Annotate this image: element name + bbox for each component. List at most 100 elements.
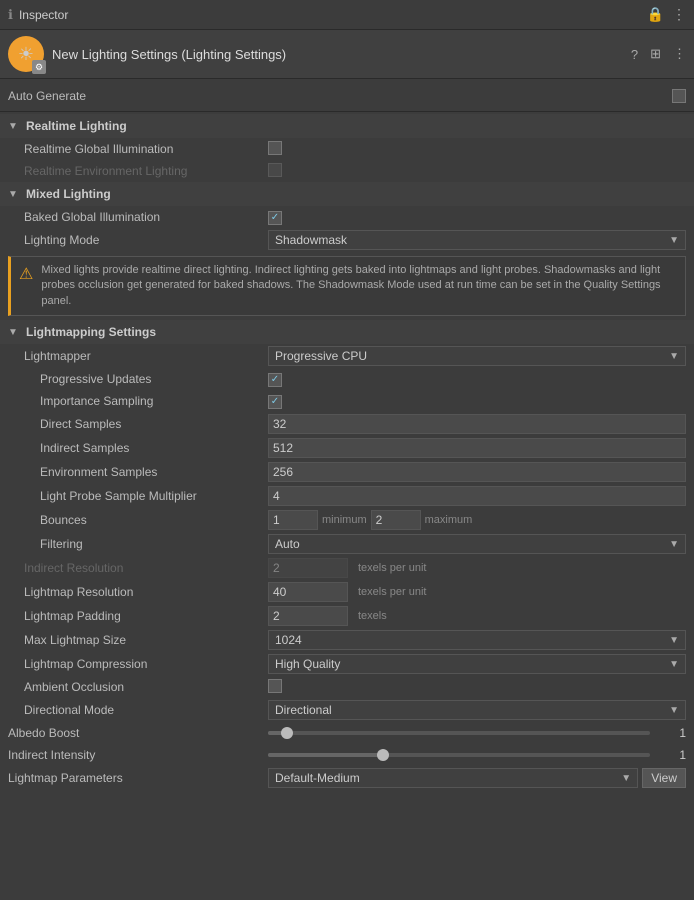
realtime-gi-label: Realtime Global Illumination — [8, 142, 268, 156]
header-right: ? ⊞ ⋮ — [631, 46, 686, 62]
albedo-boost-value: 1 — [656, 726, 686, 740]
bounces-label: Bounces — [8, 513, 268, 527]
progressive-updates-value: ✓ — [268, 371, 686, 387]
lightmapper-value: Progressive CPU ▼ — [268, 346, 686, 366]
indirect-samples-label: Indirect Samples — [8, 441, 268, 455]
indirect-resolution-input[interactable] — [268, 558, 348, 578]
environment-samples-row: Environment Samples — [0, 460, 694, 484]
realtime-gi-checkbox[interactable] — [268, 141, 282, 155]
lightmap-compression-text: High Quality — [275, 657, 340, 671]
indirect-resolution-suffix: texels per unit — [358, 562, 426, 574]
lighting-mode-arrow: ▼ — [669, 235, 679, 246]
component-title: New Lighting Settings (Lighting Settings… — [52, 47, 286, 62]
indirect-samples-input[interactable] — [268, 438, 686, 458]
lightmap-compression-row: Lightmap Compression High Quality ▼ — [0, 652, 694, 676]
baked-gi-checkbox[interactable]: ✓ — [268, 211, 282, 225]
warning-icon: ⚠ — [19, 264, 33, 284]
lightmap-parameters-value: Default-Medium ▼ View — [268, 768, 686, 788]
warning-box: ⚠ Mixed lights provide realtime direct l… — [8, 256, 686, 316]
light-probe-input[interactable] — [268, 486, 686, 506]
importance-sampling-row: Importance Sampling ✓ — [0, 390, 694, 412]
indirect-samples-row: Indirect Samples — [0, 436, 694, 460]
direct-samples-input[interactable] — [268, 414, 686, 434]
ambient-occlusion-label: Ambient Occlusion — [8, 680, 268, 694]
direct-samples-label: Direct Samples — [8, 417, 268, 431]
realtime-gi-value — [268, 141, 686, 158]
bounces-min-input[interactable] — [268, 510, 318, 530]
tune-icon[interactable]: ⊞ — [650, 46, 661, 62]
progressive-updates-row: Progressive Updates ✓ — [0, 368, 694, 390]
header-left: ☀ ⚙ New Lighting Settings (Lighting Sett… — [8, 36, 286, 72]
albedo-boost-slider[interactable] — [268, 731, 650, 735]
bounces-max-input[interactable] — [371, 510, 421, 530]
filtering-label: Filtering — [8, 537, 268, 551]
baked-gi-label: Baked Global Illumination — [8, 210, 268, 224]
baked-gi-row: Baked Global Illumination ✓ — [0, 206, 694, 228]
auto-generate-checkbox[interactable] — [672, 89, 686, 103]
indirect-intensity-label: Indirect Intensity — [8, 748, 268, 762]
lightmap-compression-label: Lightmap Compression — [8, 657, 268, 671]
lightmapping-title: Lightmapping Settings — [26, 325, 156, 339]
realtime-gi-row: Realtime Global Illumination — [0, 138, 694, 160]
lightmap-resolution-input[interactable] — [268, 582, 348, 602]
indirect-resolution-row: Indirect Resolution texels per unit — [0, 556, 694, 580]
importance-sampling-checkbox[interactable]: ✓ — [268, 395, 282, 409]
indirect-intensity-thumb[interactable] — [377, 749, 389, 761]
lightmap-compression-dropdown[interactable]: High Quality ▼ — [268, 654, 686, 674]
lightmap-compression-value: High Quality ▼ — [268, 654, 686, 674]
indirect-intensity-slider[interactable] — [268, 753, 650, 757]
menu-icon[interactable]: ⋮ — [672, 6, 686, 23]
lightmapper-row: Lightmapper Progressive CPU ▼ — [0, 344, 694, 368]
ambient-occlusion-checkbox[interactable] — [268, 679, 282, 693]
max-lightmap-size-value: 1024 ▼ — [268, 630, 686, 650]
lightmap-padding-value: texels — [268, 606, 686, 626]
light-probe-label: Light Probe Sample Multiplier — [8, 489, 268, 503]
info-icon: ℹ — [8, 7, 13, 23]
direct-samples-row: Direct Samples — [0, 412, 694, 436]
ambient-occlusion-row: Ambient Occlusion — [0, 676, 694, 698]
lightmap-padding-input[interactable] — [268, 606, 348, 626]
realtime-env-row: Realtime Environment Lighting — [0, 160, 694, 182]
component-icon: ☀ ⚙ — [8, 36, 44, 72]
lightmapping-settings-section[interactable]: ▼ Lightmapping Settings — [0, 320, 694, 344]
albedo-boost-thumb[interactable] — [281, 727, 293, 739]
lightmap-padding-suffix: texels — [358, 610, 387, 622]
environment-samples-input[interactable] — [268, 462, 686, 482]
indirect-intensity-fill — [268, 753, 383, 757]
inspector-content: Auto Generate ▼ Realtime Lighting Realti… — [0, 79, 694, 794]
directional-mode-dropdown[interactable]: Directional ▼ — [268, 700, 686, 720]
lighting-mode-text: Shadowmask — [275, 233, 347, 247]
mixed-lighting-section[interactable]: ▼ Mixed Lighting — [0, 182, 694, 206]
lightmapper-dropdown[interactable]: Progressive CPU ▼ — [268, 346, 686, 366]
indirect-intensity-row: Indirect Intensity 1 — [0, 744, 694, 766]
view-button[interactable]: View — [642, 768, 686, 788]
lightmap-resolution-row: Lightmap Resolution texels per unit — [0, 580, 694, 604]
importance-sampling-label: Importance Sampling — [8, 394, 268, 408]
help-icon[interactable]: ? — [631, 47, 638, 62]
max-lightmap-size-dropdown[interactable]: 1024 ▼ — [268, 630, 686, 650]
mixed-triangle-icon: ▼ — [8, 188, 20, 200]
realtime-env-checkbox[interactable] — [268, 163, 282, 177]
lighting-mode-dropdown[interactable]: Shadowmask ▼ — [268, 230, 686, 250]
mixed-lighting-title: Mixed Lighting — [26, 187, 111, 201]
direct-samples-value — [268, 414, 686, 434]
max-lightmap-size-label: Max Lightmap Size — [8, 633, 268, 647]
lightmapper-arrow: ▼ — [669, 351, 679, 362]
overflow-icon[interactable]: ⋮ — [673, 46, 686, 62]
light-probe-value — [268, 486, 686, 506]
filtering-text: Auto — [275, 537, 300, 551]
title-bar-right: 🔒 ⋮ — [647, 6, 686, 23]
progressive-updates-checkbox[interactable]: ✓ — [268, 373, 282, 387]
realtime-lighting-section[interactable]: ▼ Realtime Lighting — [0, 114, 694, 138]
lightmap-parameters-dropdown[interactable]: Default-Medium ▼ — [268, 768, 638, 788]
lock-icon[interactable]: 🔒 — [647, 6, 664, 23]
lightmap-resolution-suffix: texels per unit — [358, 586, 426, 598]
filtering-dropdown[interactable]: Auto ▼ — [268, 534, 686, 554]
albedo-boost-slider-container: 1 — [268, 726, 686, 740]
triangle-icon: ▼ — [8, 120, 20, 132]
directional-mode-arrow: ▼ — [669, 705, 679, 716]
lightmap-padding-row: Lightmap Padding texels — [0, 604, 694, 628]
lightmap-compression-arrow: ▼ — [669, 659, 679, 670]
filtering-arrow: ▼ — [669, 539, 679, 550]
bounces-row: Bounces minimum maximum — [0, 508, 694, 532]
